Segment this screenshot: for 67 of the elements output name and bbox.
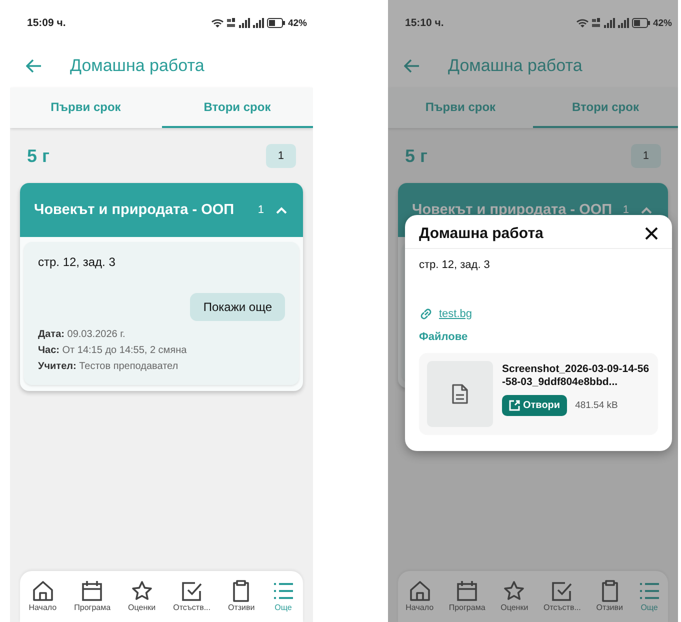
homework-text: стр. 12, зад. 3 xyxy=(419,259,491,271)
nav-item[interactable]: Още xyxy=(638,580,660,612)
nav-item[interactable]: Програма xyxy=(448,580,486,612)
battery-percent: 42% xyxy=(652,18,672,28)
nav-item[interactable]: Оценки xyxy=(500,580,528,612)
battery-icon xyxy=(632,18,650,28)
calendar-icon xyxy=(456,580,478,602)
home-icon xyxy=(32,580,54,602)
checkbox-icon xyxy=(551,580,574,602)
count-badge: 1 xyxy=(266,144,296,168)
homework-link[interactable]: test.bg xyxy=(439,308,472,320)
wifi-icon xyxy=(576,18,589,28)
back-arrow-icon[interactable] xyxy=(26,59,42,73)
nav-item[interactable]: Оценки xyxy=(128,580,156,612)
signal-icon xyxy=(238,18,250,28)
subject-count: 1 xyxy=(622,204,629,216)
subject-header[interactable]: Човекът и природата - ООП 1 xyxy=(20,183,303,237)
checkbox-icon xyxy=(180,580,203,602)
subject-count: 1 xyxy=(258,204,264,216)
page-title: Домашна работа xyxy=(70,56,204,76)
chevron-icon[interactable] xyxy=(641,206,652,214)
term-tab[interactable]: Първи срок xyxy=(10,88,162,128)
battery-percent: 42% xyxy=(288,18,307,28)
homework-text: стр. 12, зад. 3 xyxy=(38,255,116,269)
menu-icon xyxy=(272,580,294,602)
show-more-button[interactable]: Покажи още xyxy=(190,293,285,321)
status-time: 15:10 ч. xyxy=(405,17,444,29)
nav-item[interactable]: Отзиви xyxy=(596,580,623,612)
nav-item[interactable]: Начало xyxy=(28,580,57,612)
battery-icon xyxy=(266,18,285,28)
nav-item[interactable]: Начало xyxy=(406,580,434,612)
nav-item[interactable]: Отсъств... xyxy=(173,580,210,612)
subject-name: Човекът и природата - ООП xyxy=(412,202,614,218)
subject-name: Човекът и природата - ООП xyxy=(34,202,236,218)
homework-detail: Час: От 14:15 до 14:55, 2 смяна xyxy=(38,344,188,358)
external-link-icon xyxy=(509,400,520,411)
network-icon xyxy=(592,18,601,28)
signal-icon xyxy=(252,18,264,28)
menu-icon xyxy=(638,580,660,602)
back-arrow-icon[interactable] xyxy=(404,59,420,73)
homework-detail: Учител: Тестов преподавател xyxy=(38,360,180,374)
class-label: 5 г xyxy=(27,146,50,166)
nav-item[interactable]: Отсъств... xyxy=(544,580,581,612)
file-name: Screenshot_2026-03-09-14-56-58-03_9ddf804e8bbd... xyxy=(502,363,650,389)
page-title: Домашна работа xyxy=(448,56,582,76)
network-icon xyxy=(226,18,236,28)
file-size: 481.54 kB xyxy=(575,400,618,411)
count-badge: 1 xyxy=(630,144,661,168)
homework-detail: Дата: 09.03.2026 г. xyxy=(38,328,126,342)
class-label: 5 г xyxy=(405,146,428,166)
calendar-icon xyxy=(81,580,104,602)
wifi-icon xyxy=(210,18,224,28)
signal-icon xyxy=(618,18,629,28)
nav-item[interactable]: Още xyxy=(272,580,294,612)
status-time: 15:09 ч. xyxy=(27,17,66,29)
open-button[interactable]: Отвори xyxy=(502,395,568,416)
nav-item[interactable]: Програма xyxy=(74,580,111,612)
star-icon xyxy=(130,580,153,602)
star-icon xyxy=(503,580,526,602)
signal-icon xyxy=(604,18,615,28)
home-icon xyxy=(408,580,431,602)
link-icon xyxy=(419,307,433,321)
close-icon[interactable] xyxy=(645,227,658,240)
nav-item[interactable]: Отзиви xyxy=(228,580,255,612)
files-heading: Файлове xyxy=(419,331,469,343)
chevron-icon[interactable] xyxy=(276,206,287,214)
document-icon xyxy=(452,384,468,404)
